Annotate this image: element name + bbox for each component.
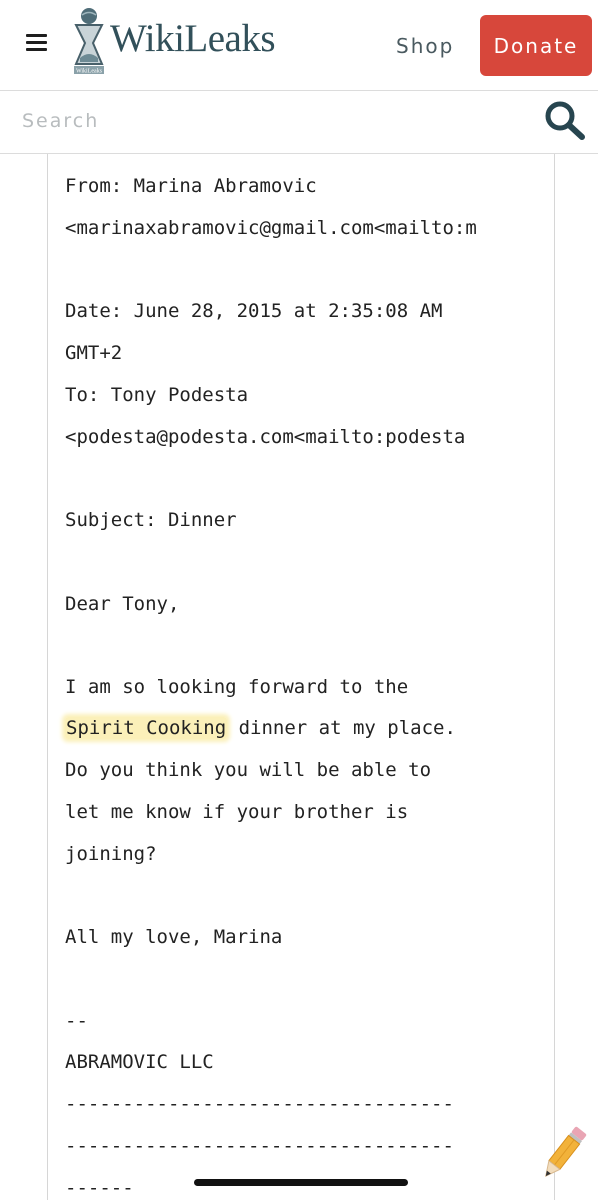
email-body-line-1: I am so looking forward to the <box>65 676 409 698</box>
email-body-line-2: Spirit Cooking dinner at my place. <box>65 716 456 740</box>
email-from-address: <marinaxabramovic@gmail.com<mailto:m <box>65 217 477 239</box>
brand-name[interactable]: WikiLeaks <box>110 16 276 61</box>
hamburger-menu-icon[interactable] <box>26 34 47 52</box>
donate-button[interactable]: Donate <box>480 15 592 76</box>
email-timezone: GMT+2 <box>65 342 123 364</box>
email-to-address: <podesta@podesta.com<mailto:podesta <box>65 426 466 448</box>
email-body-line-2-rest: dinner at my place. <box>227 717 456 739</box>
email-signoff: All my love, Marina <box>65 926 283 948</box>
top-nav-bar: WikiLeaks WikiLeaks Shop Donate <box>0 0 598 91</box>
logo-text: WikiLeaks <box>76 69 103 75</box>
email-date-line: Date: June 28, 2015 at 2:35:08 AM <box>65 300 443 322</box>
signature-separator: -- <box>65 1010 88 1032</box>
pencil-icon[interactable] <box>538 1122 588 1186</box>
search-input[interactable] <box>20 105 524 137</box>
wikileaks-hourglass-logo[interactable]: WikiLeaks <box>70 6 108 76</box>
email-subject: Subject: Dinner <box>65 509 237 531</box>
email-body-line-3: Do you think you will be able to <box>65 759 432 781</box>
shop-link[interactable]: Shop <box>396 34 454 58</box>
email-body-line-4: let me know if your brother is <box>65 801 409 823</box>
email-greeting: Dear Tony, <box>65 593 180 615</box>
search-icon[interactable] <box>543 100 585 142</box>
email-from-line: From: Marina Abramovic <box>65 175 317 197</box>
home-indicator[interactable] <box>194 1179 408 1186</box>
dash-rule-1: ---------------------------------- <box>65 1093 454 1115</box>
email-body-line-5: joining? <box>65 843 157 865</box>
search-bar <box>0 91 598 154</box>
highlighted-phrase: Spirit Cooking <box>65 717 228 739</box>
email-document: From: Marina Abramovic <marinaxabramovic… <box>47 154 555 1200</box>
dash-rule-2: ---------------------------------- <box>65 1135 454 1157</box>
email-to-line: To: Tony Podesta <box>65 384 249 406</box>
dash-rule-3: ------ <box>65 1177 134 1199</box>
signature-company: ABRAMOVIC LLC <box>65 1051 214 1073</box>
